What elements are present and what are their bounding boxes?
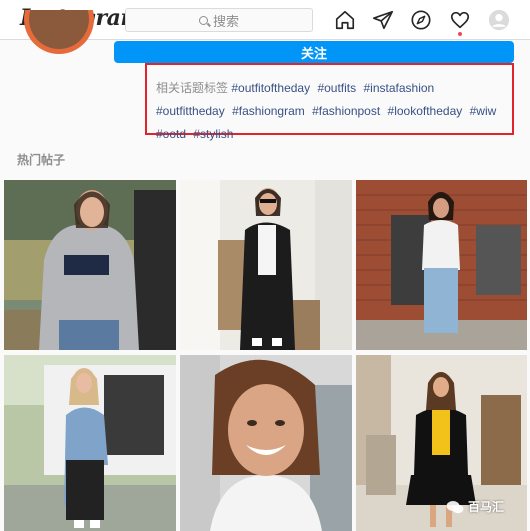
hashtag-link[interactable]: #wiw <box>470 104 497 118</box>
profile-avatar[interactable] <box>24 10 94 54</box>
watermark-text: 百马汇 <box>468 500 505 514</box>
notification-dot <box>458 32 462 36</box>
post-thumbnail[interactable] <box>4 180 176 350</box>
post-thumbnail[interactable] <box>4 355 176 531</box>
hashtag-link[interactable]: #stylish <box>193 127 233 141</box>
hashtag-link[interactable]: #outfittheday <box>156 104 225 118</box>
hashtag-link[interactable]: #ootd <box>156 127 186 141</box>
hashtag-link[interactable]: #fashionpost <box>312 104 380 118</box>
top-posts-grid <box>4 180 527 531</box>
explore-icon[interactable] <box>410 9 432 31</box>
top-posts-title: 热门帖子 <box>17 153 66 167</box>
search-input[interactable]: 搜索 <box>125 8 313 32</box>
hashtag-link[interactable]: #lookoftheday <box>388 104 463 118</box>
hashtag-link[interactable]: #outfits <box>317 81 356 95</box>
direct-icon[interactable] <box>372 9 394 31</box>
wechat-icon <box>446 500 464 513</box>
profile-avatar-icon[interactable] <box>488 9 510 31</box>
related-hashtags-label: 相关话题标签 <box>156 81 229 95</box>
hashtag-link[interactable]: #instafashion <box>363 81 434 95</box>
post-thumbnail[interactable] <box>180 180 352 350</box>
post-thumbnail[interactable] <box>180 355 352 531</box>
search-icon <box>198 15 208 25</box>
home-icon[interactable] <box>334 9 356 31</box>
hashtag-link[interactable]: #outfitoftheday <box>231 81 310 95</box>
follow-button[interactable]: 关注 <box>114 41 514 63</box>
watermark: 百马汇 <box>446 498 504 515</box>
hashtag-link[interactable]: #fashiongram <box>232 104 305 118</box>
activity-heart-icon[interactable] <box>449 9 471 31</box>
post-thumbnail[interactable] <box>356 180 527 350</box>
search-placeholder: 搜索 <box>212 13 239 29</box>
related-hashtags: 相关话题标签 #outfitoftheday #outfits #instafa… <box>145 63 514 141</box>
